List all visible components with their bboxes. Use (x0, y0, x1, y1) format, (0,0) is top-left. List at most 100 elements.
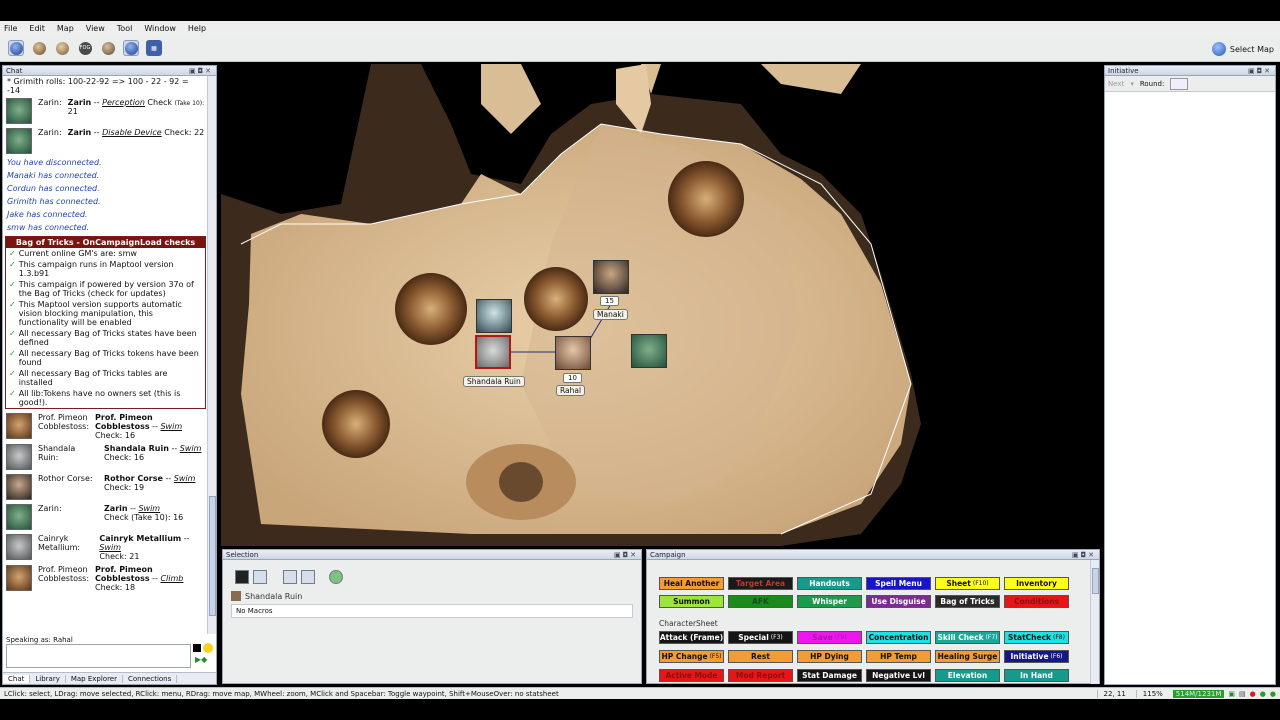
macro-button[interactable]: Elevation (935, 669, 1000, 682)
macro-button[interactable]: Target Area (728, 577, 793, 590)
tab-library[interactable]: Library (30, 674, 66, 683)
chat-tabs: Chat Library Map Explorer Connections (3, 672, 216, 684)
text-color-icon[interactable] (193, 644, 201, 652)
token-rahal[interactable] (555, 336, 591, 370)
macro-button[interactable]: Active Mode (659, 669, 724, 682)
macro-button[interactable]: Stat Damage (797, 669, 862, 682)
network-icon: ▤ (1239, 690, 1246, 698)
dropdown-icon[interactable]: ▾ (1130, 80, 1134, 88)
campaign-scrollbar[interactable] (1090, 560, 1099, 684)
chat-message: Prof. Pimeon Cobblestoss: Prof. Pimeon C… (3, 563, 208, 594)
macro-button[interactable]: In Hand (1004, 669, 1069, 682)
draw-tool-button[interactable] (54, 40, 70, 56)
macro-button[interactable]: Spell Menu (866, 577, 931, 590)
macro-button[interactable]: HP Change (F5) (659, 650, 724, 663)
skill-link[interactable]: Swim (99, 543, 121, 552)
token-manaki[interactable] (593, 260, 629, 294)
system-message: You have disconnected. (7, 158, 102, 167)
menu-edit[interactable]: Edit (29, 24, 45, 33)
refresh-icon[interactable] (329, 570, 343, 584)
scroll-thumb[interactable] (1092, 568, 1099, 594)
screen-top-black (0, 0, 1280, 21)
bag-of-tricks-box: Bag of Tricks - OnCampaignLoad checks ✓ C… (5, 236, 206, 409)
macro-button[interactable]: Heal Another (659, 577, 724, 590)
map-terrain (221, 64, 921, 546)
skill-link[interactable]: Swim (160, 422, 182, 431)
tab-connections[interactable]: Connections (123, 674, 178, 683)
fog-tool-button[interactable]: FOG (77, 40, 93, 56)
arrow-left-icon[interactable] (283, 570, 297, 584)
menu-tool[interactable]: Tool (117, 24, 133, 33)
macro-button[interactable]: Rest (728, 650, 793, 663)
menu-view[interactable]: View (86, 24, 105, 33)
macro-label: Whisper (812, 597, 847, 606)
macro-button[interactable]: Skill Check (F7) (935, 631, 1000, 644)
speaker: Zarin: (38, 128, 62, 137)
skill-link[interactable]: Climb (160, 574, 183, 583)
macro-button[interactable]: Save (F9) (797, 631, 862, 644)
macro-label: HP Dying (810, 652, 849, 661)
deselect-icon[interactable] (253, 570, 267, 584)
macro-button[interactable]: Inventory (1004, 577, 1069, 590)
macro-button[interactable]: Negative Lvl (866, 669, 931, 682)
macro-button[interactable]: Initiative (F6) (1004, 650, 1069, 663)
menu-window[interactable]: Window (144, 24, 176, 33)
menu-map[interactable]: Map (57, 24, 74, 33)
round-field[interactable] (1170, 77, 1189, 90)
system-message: Cordun has connected. (7, 184, 100, 193)
macro-button[interactable]: Conditions (1004, 595, 1069, 608)
menu-help[interactable]: Help (188, 24, 206, 33)
status-coords: 22, 11 (1096, 690, 1132, 698)
panel-controls[interactable]: ▣◘✕ (614, 551, 638, 559)
menu-file[interactable]: File (4, 24, 17, 33)
macro-button[interactable]: Use Disguise (866, 595, 931, 608)
token-zarin[interactable] (631, 334, 667, 368)
macro-button[interactable]: HP Temp (866, 650, 931, 663)
chat-scrollbar[interactable] (207, 76, 216, 634)
macro-button[interactable]: Handouts (797, 577, 862, 590)
map-canvas[interactable]: Shandala Ruin 15 Manaki 10 Rahal (221, 64, 1102, 546)
scroll-thumb[interactable] (209, 496, 216, 616)
player-view-button[interactable]: ▦ (146, 40, 162, 56)
pointer-icon (9, 41, 23, 55)
skill-link[interactable]: Swim (174, 474, 196, 483)
panel-controls[interactable]: ▣◘✕ (1072, 551, 1096, 559)
macro-button[interactable]: Attack (Frame) (659, 631, 724, 644)
macro-button[interactable]: AFK (728, 595, 793, 608)
skill-link[interactable]: Disable Device (102, 128, 162, 137)
arrow-right-icon[interactable] (301, 570, 315, 584)
macro-label: In Hand (1020, 671, 1053, 680)
select-map-button[interactable]: Select Map (1211, 42, 1274, 56)
macro-button[interactable]: Healing Surge (935, 650, 1000, 663)
token-shandala-ruin[interactable] (475, 335, 511, 369)
macro-button[interactable]: Concentration (866, 631, 931, 644)
chat-message: Rothor Corse: Rothor Corse -- Swim Check:… (3, 472, 208, 502)
token-zarin-npc[interactable] (476, 299, 512, 333)
topology-tool-button[interactable] (100, 40, 116, 56)
macro-key: (F6) (1050, 653, 1063, 660)
gm-view-button[interactable] (123, 40, 139, 56)
macro-button[interactable]: Special (F3) (728, 631, 793, 644)
chat-input[interactable] (6, 644, 191, 668)
tab-chat[interactable]: Chat (3, 674, 31, 683)
pointer-tool-button[interactable] (8, 40, 24, 56)
macro-button[interactable]: Mod Report (728, 669, 793, 682)
skill-link[interactable]: Swim (138, 504, 160, 513)
chat-header: Chat ▣◘✕ (3, 66, 216, 76)
next-button[interactable]: Next (1108, 80, 1124, 88)
skill-link[interactable]: Swim (180, 444, 202, 453)
measure-tool-button[interactable] (31, 40, 47, 56)
memory-meter[interactable]: 514M/1231M (1172, 690, 1225, 698)
smiley-icon[interactable] (203, 643, 213, 653)
macro-button[interactable]: StatCheck (F8) (1004, 631, 1069, 644)
macro-button[interactable]: HP Dying (797, 650, 862, 663)
skill-link[interactable]: Perception (102, 98, 145, 107)
macro-button[interactable]: Whisper (797, 595, 862, 608)
panel-controls[interactable]: ▣◘✕ (189, 67, 213, 75)
macro-button[interactable]: Bag of Tricks (935, 595, 1000, 608)
tab-map-explorer[interactable]: Map Explorer (66, 674, 123, 683)
panel-controls[interactable]: ▣◘✕ (1248, 67, 1272, 75)
select-all-icon[interactable] (235, 570, 249, 584)
macro-button[interactable]: Sheet (F10) (935, 577, 1000, 590)
macro-button[interactable]: Summon (659, 595, 724, 608)
